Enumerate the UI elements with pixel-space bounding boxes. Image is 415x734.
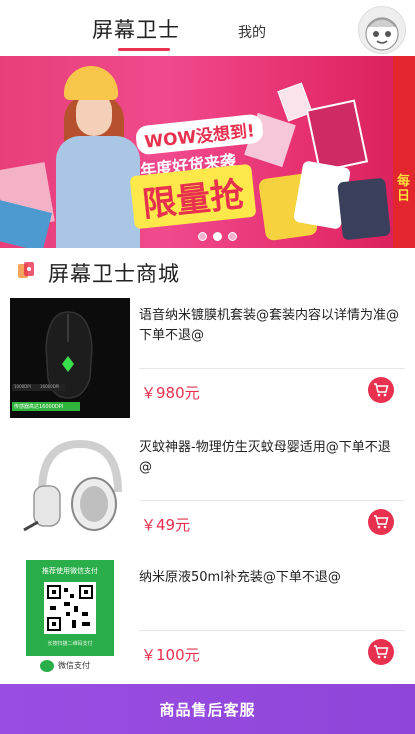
dpi-label: 1000DPI bbox=[14, 384, 31, 389]
clothing-decoration bbox=[337, 177, 391, 241]
product-title[interactable]: 灭蚊神器-物理仿生灭蚊母婴适用@下单不退@ bbox=[139, 438, 403, 478]
product-price: ￥49元 bbox=[141, 516, 191, 534]
product-image[interactable]: 1000DPI 16000DPI 传感器高达16000DPI bbox=[10, 298, 130, 418]
tab-mine[interactable]: 我的 bbox=[238, 22, 266, 42]
product-title[interactable]: 语音纳米镀膜机套装@套装内容以详情为准@下单不退@ bbox=[139, 306, 403, 346]
after-sales-service-button[interactable]: 商品售后客服 bbox=[0, 684, 415, 734]
product-item[interactable]: 1000DPI 16000DPI 传感器高达16000DPI 语音纳米镀膜机套装… bbox=[0, 298, 415, 428]
section-title: 屏幕卫士商城 bbox=[48, 262, 180, 286]
scan-hint: 长按扫描二维码支付 bbox=[47, 641, 93, 647]
add-to-cart-button[interactable] bbox=[368, 509, 394, 535]
next-banner-peek: 每日 bbox=[393, 56, 415, 248]
headphones-image bbox=[23, 439, 122, 532]
qr-code-icon bbox=[47, 585, 93, 631]
wechat-logo-icon bbox=[40, 660, 54, 672]
model-hat bbox=[64, 66, 118, 100]
gaming-mouse-image bbox=[12, 311, 93, 411]
tab-screen-guard[interactable]: 屏幕卫士 bbox=[92, 14, 180, 44]
cart-icon bbox=[374, 645, 389, 659]
divider bbox=[139, 630, 405, 631]
mall-icon bbox=[18, 262, 34, 278]
divider bbox=[139, 368, 405, 369]
product-item[interactable]: 推荐使用微信支付 长按扫描二维码支付 微信支付 纳米原液50ml补充装@下单不退… bbox=[0, 560, 415, 690]
top-nav: 屏幕卫士 我的 bbox=[0, 0, 415, 57]
promo-main-text: 限量抢 bbox=[129, 163, 257, 230]
divider bbox=[139, 500, 405, 501]
cart-icon bbox=[374, 383, 389, 397]
next-banner-text: 每日 bbox=[397, 174, 411, 204]
carousel-dot[interactable] bbox=[198, 232, 207, 241]
product-image[interactable]: 推荐使用微信支付 长按扫描二维码支付 微信支付 bbox=[10, 560, 130, 680]
active-tab-indicator bbox=[118, 48, 170, 51]
wechat-pay-card: 推荐使用微信支付 长按扫描二维码支付 bbox=[26, 560, 114, 656]
wechat-pay-card-title: 推荐使用微信支付 bbox=[42, 567, 98, 575]
avatar[interactable] bbox=[358, 6, 406, 54]
wechat-pay-label: 微信支付 bbox=[58, 661, 90, 670]
add-to-cart-button[interactable] bbox=[368, 639, 394, 665]
carousel-dot[interactable] bbox=[228, 232, 237, 241]
carousel-dot-active[interactable] bbox=[213, 232, 222, 241]
sensor-label: 传感器高达16000DPI bbox=[14, 404, 64, 410]
cart-icon bbox=[374, 515, 389, 529]
product-price: ￥100元 bbox=[141, 646, 200, 664]
promo-headline: WOW没想到! bbox=[134, 113, 264, 156]
product-image[interactable] bbox=[10, 430, 130, 550]
model-coat bbox=[56, 136, 140, 248]
product-item[interactable]: 灭蚊神器-物理仿生灭蚊母婴适用@下单不退@ ￥49元 bbox=[0, 430, 415, 560]
product-price: ￥980元 bbox=[141, 384, 200, 402]
carousel-indicator bbox=[198, 232, 237, 241]
mall-section-header: 屏幕卫士商城 bbox=[0, 250, 415, 294]
after-sales-service-label: 商品售后客服 bbox=[159, 700, 256, 719]
add-to-cart-button[interactable] bbox=[368, 377, 394, 403]
cartoon-avatar-icon bbox=[365, 17, 399, 51]
product-title[interactable]: 纳米原液50ml补充装@下单不退@ bbox=[139, 568, 403, 588]
dpi-label: 16000DPI bbox=[40, 384, 60, 389]
promo-banner[interactable]: WOW没想到! 年度好货来袭 限量抢 每日 bbox=[0, 56, 415, 248]
qr-code bbox=[44, 582, 96, 634]
